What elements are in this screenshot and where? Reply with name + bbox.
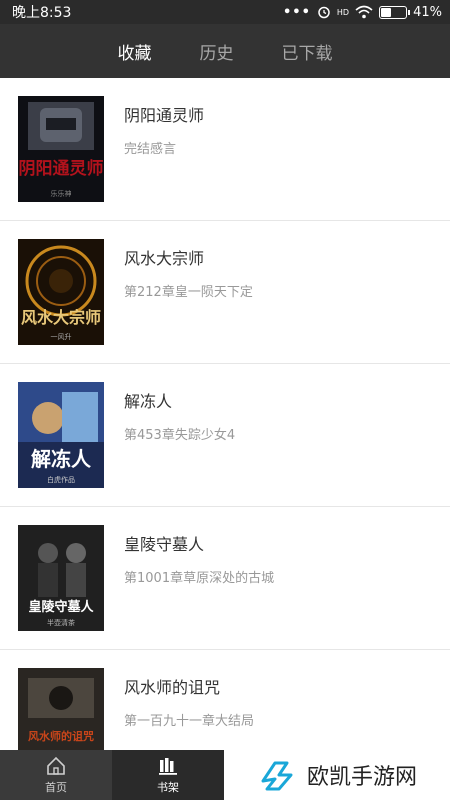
- bottom-nav: 首页 书架 欧凯手游网: [0, 750, 450, 800]
- book-latest-chapter: 第一百九十一章大结局: [124, 714, 255, 729]
- home-icon: [47, 756, 65, 775]
- book-item[interactable]: 解冻人 白虎作品 解冻人 第453章失踪少女4: [0, 364, 450, 507]
- nav-bookshelf[interactable]: 书架: [112, 750, 224, 800]
- tab-history[interactable]: 历史: [200, 39, 234, 64]
- book-title: 风水师的诅咒: [124, 678, 221, 697]
- book-cover-art: 解冻人 白虎作品: [18, 382, 104, 488]
- notification-dots: •••: [282, 4, 311, 20]
- nav-home-label: 首页: [45, 781, 67, 794]
- book-cover[interactable]: 皇陵守墓人 半壶清茶: [18, 525, 104, 631]
- brand-logo-icon: [261, 761, 293, 791]
- tab-downloaded[interactable]: 已下载: [282, 39, 333, 64]
- brand-name: 欧凯手游网: [306, 765, 417, 790]
- book-cover[interactable]: 风水大宗师 一风升: [18, 239, 104, 345]
- book-cover-art: 风水大宗师 一风升: [18, 239, 104, 345]
- battery-icon: [379, 5, 411, 19]
- nav-home[interactable]: 首页: [0, 750, 112, 800]
- book-item[interactable]: 风水师的诅咒 风水师的诅咒 第一百九十一章大结局: [0, 650, 450, 750]
- cover-title: 解冻人: [31, 447, 92, 471]
- cover-author: 白虎作品: [47, 475, 75, 484]
- book-cover-art: 风水师的诅咒: [18, 668, 104, 750]
- book-cover-art: 阴阳通灵师 乐乐神: [18, 96, 104, 202]
- book-title: 阴阳通灵师: [124, 106, 205, 125]
- book-cover[interactable]: 阴阳通灵师 乐乐神: [18, 96, 104, 202]
- cover-author: 半壶清茶: [47, 618, 75, 627]
- book-title: 风水大宗师: [124, 249, 205, 268]
- book-title: 皇陵守墓人: [124, 535, 205, 554]
- alarm-icon: [318, 6, 330, 19]
- network-hd-label: HD: [336, 7, 350, 17]
- cover-title: 皇陵守墓人: [28, 599, 94, 615]
- cover-title: 阴阳通灵师: [19, 158, 104, 179]
- book-item[interactable]: 风水大宗师 一风升 风水大宗师 第212章皇一陨天下定: [0, 221, 450, 364]
- cover-title: 风水师的诅咒: [28, 729, 94, 743]
- tab-header: 收藏 历史 已下载: [0, 24, 450, 78]
- cover-author: 乐乐神: [51, 189, 72, 198]
- book-cover[interactable]: 风水师的诅咒: [18, 668, 104, 750]
- book-cover[interactable]: 解冻人 白虎作品: [18, 382, 104, 488]
- book-item[interactable]: 皇陵守墓人 半壶清茶 皇陵守墓人 第1001章草原深处的古城: [0, 507, 450, 650]
- battery-percent: 41%: [413, 4, 442, 20]
- book-item[interactable]: 阴阳通灵师 乐乐神 阴阳通灵师 完结感言: [0, 78, 450, 221]
- cover-title: 风水大宗师: [21, 308, 101, 327]
- battery-fill: [381, 7, 391, 17]
- book-list: 阴阳通灵师 乐乐神 阴阳通灵师 完结感言 风水大宗师 一风升 风水大宗师 第21…: [0, 78, 450, 750]
- brand-watermark: 欧凯手游网: [224, 750, 450, 800]
- book-cover-art: 皇陵守墓人 半壶清茶: [18, 525, 104, 631]
- book-latest-chapter: 第1001章草原深处的古城: [124, 571, 275, 586]
- status-icons: ••• HD 41%: [283, 5, 442, 20]
- nav-bookshelf-label: 书架: [157, 781, 179, 794]
- cover-author: 一风升: [51, 332, 72, 341]
- status-bar: 晚上8:53 ••• HD 41%: [0, 0, 450, 24]
- status-time: 晚上8:53: [12, 5, 72, 21]
- wifi-icon: [355, 5, 373, 19]
- book-latest-chapter: 第212章皇一陨天下定: [124, 285, 253, 300]
- book-latest-chapter: 完结感言: [124, 142, 177, 157]
- bookshelf-icon: [159, 758, 177, 775]
- book-title: 解冻人: [124, 392, 173, 411]
- book-latest-chapter: 第453章失踪少女4: [124, 428, 236, 443]
- tab-favorites[interactable]: 收藏: [118, 39, 152, 64]
